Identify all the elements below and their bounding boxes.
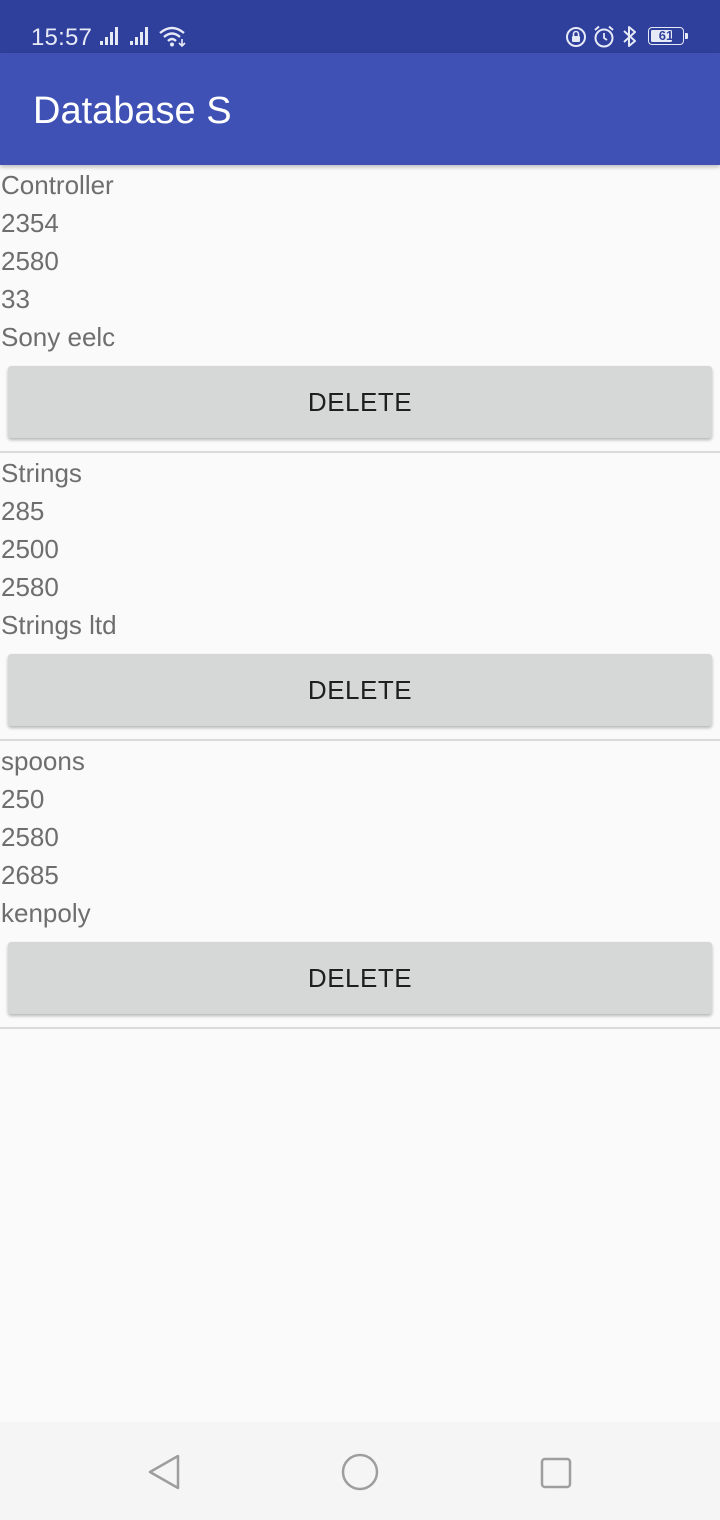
rotation-lock-icon — [566, 27, 586, 47]
app-bar: Database S — [0, 53, 720, 165]
cellular-signal-icon — [130, 27, 148, 45]
battery-tip — [685, 33, 688, 39]
app-title: Database S — [33, 90, 232, 132]
record-value: 2354 — [1, 208, 59, 238]
record-value: 2580 — [1, 822, 59, 852]
recents-icon[interactable] — [539, 1456, 573, 1490]
delete-button[interactable]: DELETE — [8, 654, 712, 726]
cellular-signal-icon — [100, 27, 118, 45]
bluetooth-icon — [623, 26, 636, 47]
record-supplier: Strings ltd — [1, 610, 117, 640]
wifi-icon — [159, 26, 186, 47]
record-value: 2685 — [1, 860, 59, 890]
record-supplier: kenpoly — [1, 898, 91, 928]
record-name: Controller — [1, 170, 114, 200]
record-supplier: Sony eelc — [1, 322, 116, 352]
list-item: spoons 250 2580 2685 kenpoly DELETE — [0, 741, 720, 1029]
list-item: Strings 285 2500 2580 Strings ltd DELETE — [0, 453, 720, 741]
status-time: 15:57 — [31, 24, 93, 51]
back-icon[interactable] — [146, 1453, 182, 1491]
record-value: 285 — [1, 496, 45, 526]
record-name: Strings — [1, 458, 82, 488]
battery-level: 61 — [658, 28, 674, 43]
alarm-icon — [594, 25, 614, 48]
record-name: spoons — [1, 746, 85, 776]
battery-icon: 61 — [648, 27, 684, 45]
delete-button[interactable]: DELETE — [8, 366, 712, 438]
status-bar: 15:57 61 — [0, 0, 720, 53]
record-list: Controller 2354 2580 33 Sony eelc DELETE… — [0, 165, 720, 1029]
record-value: 2580 — [1, 246, 59, 276]
delete-button[interactable]: DELETE — [8, 942, 712, 1014]
home-icon[interactable] — [340, 1452, 380, 1492]
record-value: 250 — [1, 784, 45, 814]
record-value: 2580 — [1, 572, 59, 602]
list-item: Controller 2354 2580 33 Sony eelc DELETE — [0, 165, 720, 453]
record-value: 2500 — [1, 534, 59, 564]
record-value: 33 — [1, 284, 30, 314]
navigation-bar — [0, 1422, 720, 1520]
